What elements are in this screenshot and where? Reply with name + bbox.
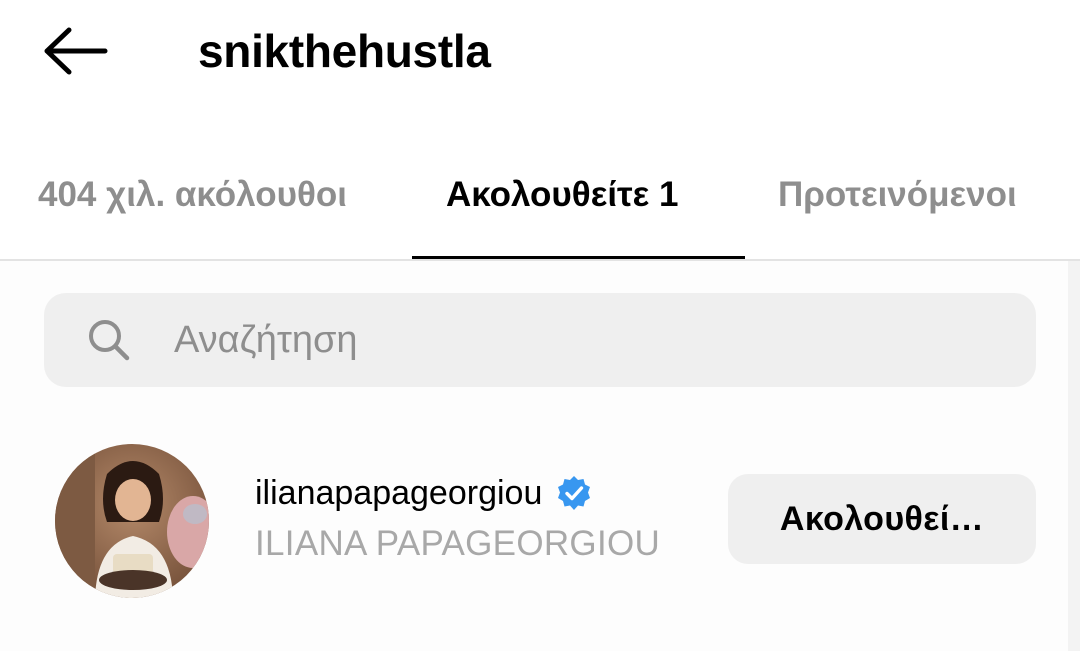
following-button[interactable]: Ακολουθεί…	[728, 474, 1036, 564]
back-button[interactable]	[40, 22, 112, 80]
profile-username-title: snikthehustla	[198, 25, 491, 77]
tab-following[interactable]: Ακολουθείτε 1	[446, 172, 678, 218]
scroll-edge	[1068, 261, 1080, 651]
profile-photo	[55, 444, 209, 598]
list-item[interactable]: ilianapapageorgiou ILIANA PAPAGEORGIOU Α…	[0, 430, 1068, 610]
tab-followers[interactable]: 404 χιλ. ακόλουθοι	[38, 172, 347, 218]
username[interactable]: ilianapapageorgiou	[255, 472, 542, 514]
follow-tabs: 404 χιλ. ακόλουθοι Ακολουθείτε 1 Προτειν…	[0, 150, 1080, 260]
verified-badge-icon	[558, 476, 591, 510]
tab-suggested[interactable]: Προτεινόμενοι	[778, 172, 1017, 218]
username-line: ilianapapageorgiou	[255, 472, 592, 514]
search-bar[interactable]	[44, 293, 1036, 387]
full-name: ILIANA PAPAGEORGIOU	[255, 524, 661, 563]
arrow-left-icon	[44, 27, 108, 75]
search-icon	[89, 320, 130, 361]
search-input[interactable]	[174, 293, 994, 387]
app-header: snikthehustla	[0, 0, 1080, 105]
avatar[interactable]	[55, 444, 209, 598]
